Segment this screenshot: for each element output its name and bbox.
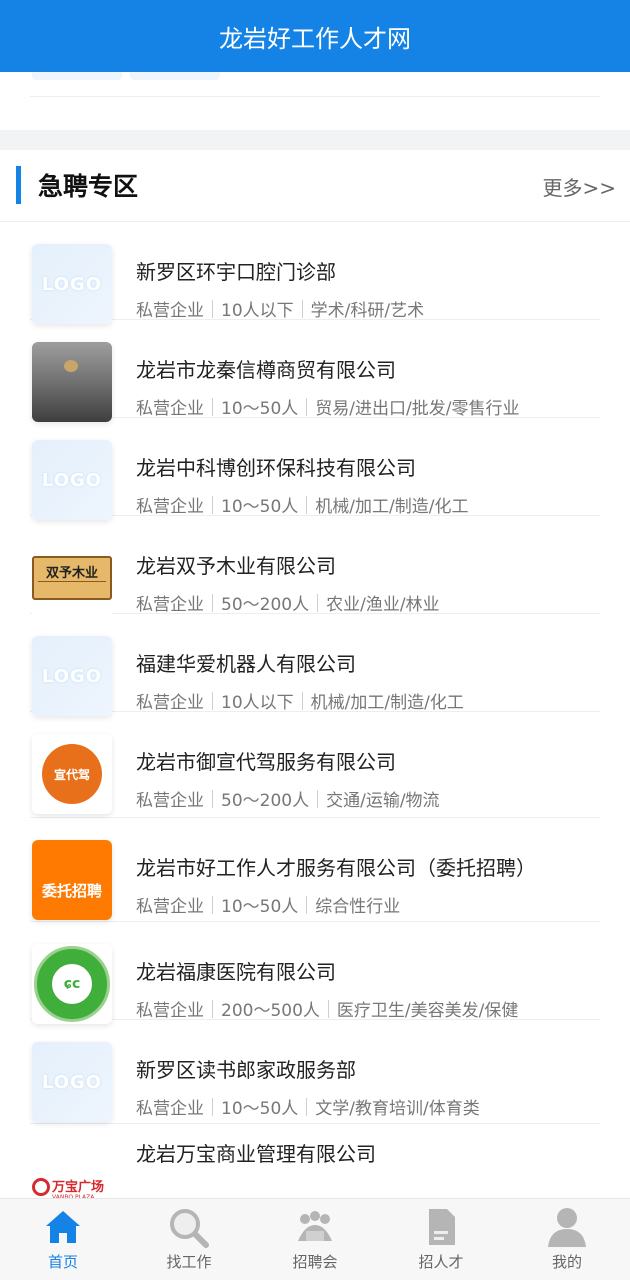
company-industry: 机械/加工/制造/化工 [310,693,464,713]
company-list-item[interactable]: 委托招聘 龙岩市好工作人才服务有限公司（委托招聘） 私营企业 10～50人 综合… [30,818,600,922]
company-type: 私营企业 [136,595,204,615]
company-industry: 机械/加工/制造/化工 [315,497,469,517]
page-title: 龙岩好工作人才网 [219,24,411,53]
company-name: 新罗区环宇口腔门诊部 [136,260,336,284]
company-name: 福建华爱机器人有限公司 [136,652,356,676]
company-list-item[interactable]: LOGO 福建华爱机器人有限公司 私营企业 10人以下 机械/加工/制造/化工 [30,614,600,716]
company-logo-photo [32,342,112,422]
company-name: 龙岩万宝商业管理有限公司 [136,1142,376,1166]
company-meta: 私营企业 10～50人 贸易/进出口/批发/零售行业 [136,394,519,419]
tab-mine[interactable]: 我的 [504,1199,630,1280]
company-type: 私营企业 [136,497,204,517]
company-meta: 私营企业 50～200人 农业/渔业/林业 [136,590,440,615]
company-meta: 私营企业 200～500人 医疗卫生/美容美发/保健 [136,996,518,1021]
search-icon [170,1209,209,1248]
company-logo-placeholder: LOGO [32,440,112,520]
company-logo-placeholder: LOGO [32,244,112,324]
company-name: 龙岩福康医院有限公司 [136,960,336,984]
company-size: 50～200人 [221,595,310,615]
section-accent-bar [16,166,21,204]
tab-label: 首页 [47,1253,78,1271]
company-industry: 贸易/进出口/批发/零售行业 [315,399,520,419]
company-list-item[interactable]: ɕc 龙岩福康医院有限公司 私营企业 200～500人 医疗卫生/美容美发/保健 [30,922,600,1024]
company-industry: 农业/渔业/林业 [326,595,440,615]
company-list-item[interactable]: LOGO 新罗区环宇口腔门诊部 私营企业 10人以下 学术/科研/艺术 [30,222,600,324]
more-link[interactable]: 更多>> [542,172,616,201]
tab-label: 我的 [551,1253,582,1271]
tab-label: 招聘会 [292,1253,338,1271]
divider [30,96,600,97]
company-type: 私营企业 [136,1001,204,1021]
company-meta: 私营企业 10～50人 机械/加工/制造/化工 [136,492,468,517]
urgent-section-header: 急聘专区 更多>> [0,150,630,222]
company-list-item[interactable]: 宣代驾 龙岩市御宣代驾服务有限公司 私营企业 50～200人 交通/运输/物流 [30,712,600,818]
tag-chip[interactable] [32,72,122,80]
company-name: 龙岩市好工作人才服务有限公司（委托招聘） [136,856,536,880]
tab-find-job[interactable]: 找工作 [126,1199,252,1280]
company-size: 10～50人 [221,897,299,917]
section-title: 急聘专区 [38,172,139,201]
company-list-item[interactable]: 龙岩市龙秦信樽商贸有限公司 私营企业 10～50人 贸易/进出口/批发/零售行业 [30,320,600,422]
company-list: LOGO 新罗区环宇口腔门诊部 私营企业 10人以下 学术/科研/艺术 龙岩市龙… [0,222,630,1226]
company-type: 私营企业 [136,897,204,917]
company-industry: 医疗卫生/美容美发/保健 [336,1001,519,1021]
tab-job-fair[interactable]: 招聘会 [252,1199,378,1280]
company-size: 50～200人 [221,791,310,811]
company-type: 私营企业 [136,791,204,811]
company-name: 龙岩市龙秦信樽商贸有限公司 [136,358,396,382]
company-meta: 私营企业 10人以下 学术/科研/艺术 [136,296,424,321]
document-icon [429,1209,455,1245]
company-list-item[interactable]: 双予木业 龙岩双予木业有限公司 私营企业 50～200人 农业/渔业/林业 [30,516,600,618]
bottom-tab-bar: 首页 找工作 招聘会 招人才 我的 [0,1198,630,1280]
tab-label: 招人才 [418,1253,464,1271]
company-industry: 综合性行业 [315,897,401,917]
company-name: 龙岩市御宣代驾服务有限公司 [136,750,396,774]
company-logo-hospital: ɕc [32,944,112,1024]
company-meta: 私营企业 50～200人 交通/运输/物流 [136,786,440,811]
app-header: 龙岩好工作人才网 [0,0,630,72]
company-meta: 私营企业 10人以下 机械/加工/制造/化工 [136,688,464,713]
previous-section-remnant [0,72,630,130]
company-size: 10人以下 [221,693,294,713]
company-list-item[interactable]: LOGO 龙岩中科博创环保科技有限公司 私营企业 10～50人 机械/加工/制造… [30,418,600,520]
company-logo-daijia: 宣代驾 [32,734,112,814]
company-name: 新罗区读书郎家政服务部 [136,1058,356,1082]
tab-home[interactable]: 首页 [0,1199,126,1280]
job-fair-icon [298,1211,332,1241]
company-list-item[interactable]: LOGO 新罗区读书郎家政服务部 私营企业 10～50人 文学/教育培训/体育类 [30,1020,600,1124]
company-logo-orange: 委托招聘 [32,840,112,920]
company-size: 10人以下 [221,301,294,321]
company-size: 10～50人 [221,497,299,517]
company-meta: 私营企业 10～50人 文学/教育培训/体育类 [136,1094,480,1119]
company-industry: 文学/教育培训/体育类 [315,1099,480,1119]
company-name: 龙岩中科博创环保科技有限公司 [136,456,416,480]
company-meta: 私营企业 10～50人 综合性行业 [136,892,400,917]
tag-chip[interactable] [130,72,220,80]
company-size: 200～500人 [221,1001,320,1021]
company-size: 10～50人 [221,1099,299,1119]
section-gap [0,130,630,150]
company-industry: 交通/运输/物流 [326,791,440,811]
home-icon [46,1211,80,1243]
user-icon [548,1208,586,1247]
company-size: 10～50人 [221,399,299,419]
company-type: 私营企业 [136,693,204,713]
company-industry: 学术/科研/艺术 [310,301,425,321]
company-type: 私营企业 [136,399,204,419]
company-logo-wood: 双予木业 [32,538,112,618]
company-type: 私营企业 [136,301,204,321]
company-type: 私营企业 [136,1099,204,1119]
company-logo-placeholder: LOGO [32,1042,112,1122]
company-name: 龙岩双予木业有限公司 [136,554,336,578]
tab-recruit[interactable]: 招人才 [378,1199,504,1280]
company-logo-placeholder: LOGO [32,636,112,716]
tab-label: 找工作 [166,1253,212,1271]
